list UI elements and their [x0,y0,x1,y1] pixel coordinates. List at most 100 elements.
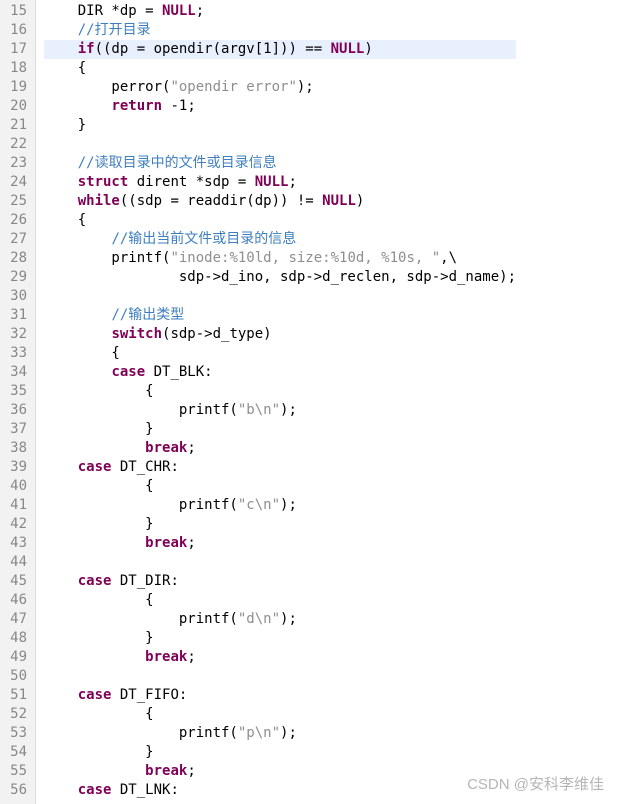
code-token: case [78,573,112,589]
code-line: } [44,116,516,135]
line-number: 41 [4,496,27,515]
code-line: } [44,515,516,534]
line-number: 36 [4,401,27,420]
line-number: 37 [4,420,27,439]
code-line: break; [44,762,516,781]
code-token: break [145,535,187,551]
code-token [44,459,78,475]
line-number: 38 [4,439,27,458]
code-token: if [78,41,95,57]
code-token: { [44,706,154,722]
code-token: { [44,60,86,76]
code-token: { [44,592,154,608]
code-line: break; [44,439,516,458]
code-token: ((dp = opendir(argv[ [95,41,264,57]
code-line: { [44,59,516,78]
code-line: printf("p\n"); [44,724,516,743]
code-line: { [44,344,516,363]
line-number: 18 [4,59,27,78]
code-token: break [145,763,187,779]
code-token: while [78,193,120,209]
code-line: if((dp = opendir(argv[1])) == NULL) [44,40,516,59]
code-token: case [78,782,112,798]
code-token [44,174,78,190]
line-number: 40 [4,477,27,496]
code-token: ); [280,497,297,513]
line-number: 43 [4,534,27,553]
line-number: 32 [4,325,27,344]
line-number: 45 [4,572,27,591]
code-token: ; [187,535,195,551]
line-number: 26 [4,211,27,230]
line-number: 25 [4,192,27,211]
code-token: } [44,421,154,437]
line-number: 46 [4,591,27,610]
line-number: 23 [4,154,27,173]
code-line: } [44,629,516,648]
code-token: case [111,364,145,380]
code-token: ; [288,174,296,190]
line-number: 19 [4,78,27,97]
code-token [44,193,78,209]
code-line: { [44,211,516,230]
code-line: printf("c\n"); [44,496,516,515]
code-token: 1 [263,41,271,57]
code-token: case [78,687,112,703]
line-number: 27 [4,230,27,249]
code-line: printf("b\n"); [44,401,516,420]
code-token: DIR *dp = [78,3,162,19]
line-number: 21 [4,116,27,135]
code-line: } [44,420,516,439]
line-number: 33 [4,344,27,363]
code-token: struct [78,174,129,190]
code-token: return [111,98,162,114]
code-token: printf( [44,497,238,513]
code-line: DIR *dp = NULL; [44,2,516,21]
code-line: printf("d\n"); [44,610,516,629]
code-line: } [44,743,516,762]
code-line: switch(sdp->d_type) [44,325,516,344]
code-token: NULL [162,3,196,19]
line-number: 47 [4,610,27,629]
code-token [44,231,111,247]
code-token: ((sdp = readdir(dp)) != [120,193,322,209]
code-token: //读取目录中的文件或目录信息 [78,155,277,171]
code-token [44,440,145,456]
code-token: ; [187,763,195,779]
code-token [44,649,145,665]
code-line: { [44,477,516,496]
code-line: break; [44,648,516,667]
code-token: ); [280,611,297,627]
code-token: { [44,478,154,494]
line-number: 29 [4,268,27,287]
code-token: } [44,630,154,646]
code-token [44,98,111,114]
code-line: //读取目录中的文件或目录信息 [44,154,516,173]
line-number: 44 [4,553,27,572]
code-token: ; [187,98,195,114]
code-line: while((sdp = readdir(dp)) != NULL) [44,192,516,211]
code-token: DT_LNK: [111,782,178,798]
line-number: 54 [4,743,27,762]
code-token: //打开目录 [78,22,151,38]
line-number: 39 [4,458,27,477]
code-token: break [145,440,187,456]
code-line: { [44,382,516,401]
line-number: 16 [4,21,27,40]
code-token: DT_FIFO: [111,687,187,703]
code-line: { [44,591,516,610]
code-token: NULL [331,41,365,57]
code-token [44,3,78,19]
code-token: //输出当前文件或目录的信息 [111,231,296,247]
code-token [44,364,111,380]
code-token: ); [280,725,297,741]
line-number: 35 [4,382,27,401]
code-token: ); [280,402,297,418]
code-token: //输出类型 [111,307,184,323]
line-number: 53 [4,724,27,743]
code-line: case DT_CHR: [44,458,516,477]
code-token: "c\n" [238,497,280,513]
code-line [44,287,516,306]
code-token: { [44,345,120,361]
line-number: 22 [4,135,27,154]
